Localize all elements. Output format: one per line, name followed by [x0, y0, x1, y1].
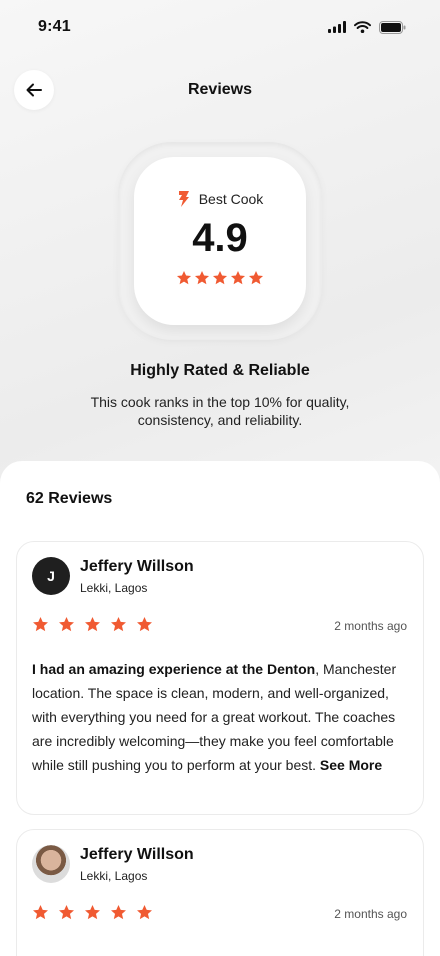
review-card: J Jeffery Willson Lekki, Lagos 2 months …: [16, 541, 424, 815]
rating-card: Best Cook 4.9: [134, 157, 306, 325]
award-icon: [178, 191, 189, 207]
reviews-sheet: 62 Reviews J Jeffery Willson Lekki, Lago…: [0, 461, 440, 956]
reviewer-name: Jeffery Willson: [80, 558, 194, 575]
star-icon: [33, 905, 48, 920]
avatar: [32, 845, 70, 883]
rating-stars: [176, 270, 264, 286]
signal-icon: [328, 21, 346, 33]
star-icon: [248, 270, 264, 285]
avatar: J: [32, 557, 70, 595]
page-title: Reviews: [187, 81, 253, 98]
status-time: 9:41: [38, 18, 71, 35]
review-highlight: I had an amazing experience at the Dento…: [32, 661, 316, 677]
review-stars: [32, 904, 153, 921]
rating-value: 4.9: [192, 216, 248, 260]
star-icon: [212, 270, 228, 285]
star-icon: [230, 270, 246, 285]
wifi-icon: [354, 21, 371, 33]
star-icon: [137, 905, 152, 920]
reviewer-name: Jeffery Willson: [80, 846, 194, 863]
star-icon: [85, 905, 100, 920]
badge-label: Best Cook: [198, 191, 264, 207]
star-icon: [176, 270, 192, 285]
reviewer-location: Lekki, Lagos: [80, 869, 148, 883]
badge-row: Best Cook: [177, 190, 264, 208]
reviews-count: 62 Reviews: [26, 490, 113, 507]
subtext: This cook ranks in the top 10% for quali…: [90, 394, 350, 428]
star-icon: [59, 617, 74, 632]
star-icon: [194, 270, 210, 285]
star-icon: [33, 617, 48, 632]
headline: Highly Rated & Reliable: [130, 362, 310, 379]
star-icon: [111, 617, 126, 632]
reviewer-location: Lekki, Lagos: [80, 581, 148, 595]
review-text: I had an amazing experience at the Dento…: [32, 657, 412, 777]
star-icon: [137, 617, 152, 632]
see-more-link[interactable]: See More: [320, 757, 382, 773]
status-icons: [328, 20, 406, 34]
arrow-left-icon: [26, 83, 42, 97]
star-icon: [59, 905, 74, 920]
review-card: Jeffery Willson Lekki, Lagos 2 months ag…: [16, 829, 424, 956]
rating-card-frame: Best Cook 4.9: [118, 142, 322, 340]
review-stars: [32, 616, 153, 633]
star-icon: [85, 617, 100, 632]
review-time: 2 months ago: [334, 619, 407, 633]
back-button[interactable]: [14, 70, 54, 110]
star-icon: [111, 905, 126, 920]
avatar-initial: J: [47, 568, 55, 584]
header: Reviews: [0, 68, 440, 112]
battery-icon: [379, 20, 406, 34]
status-bar: 9:41: [0, 0, 440, 54]
review-time: 2 months ago: [334, 907, 407, 921]
